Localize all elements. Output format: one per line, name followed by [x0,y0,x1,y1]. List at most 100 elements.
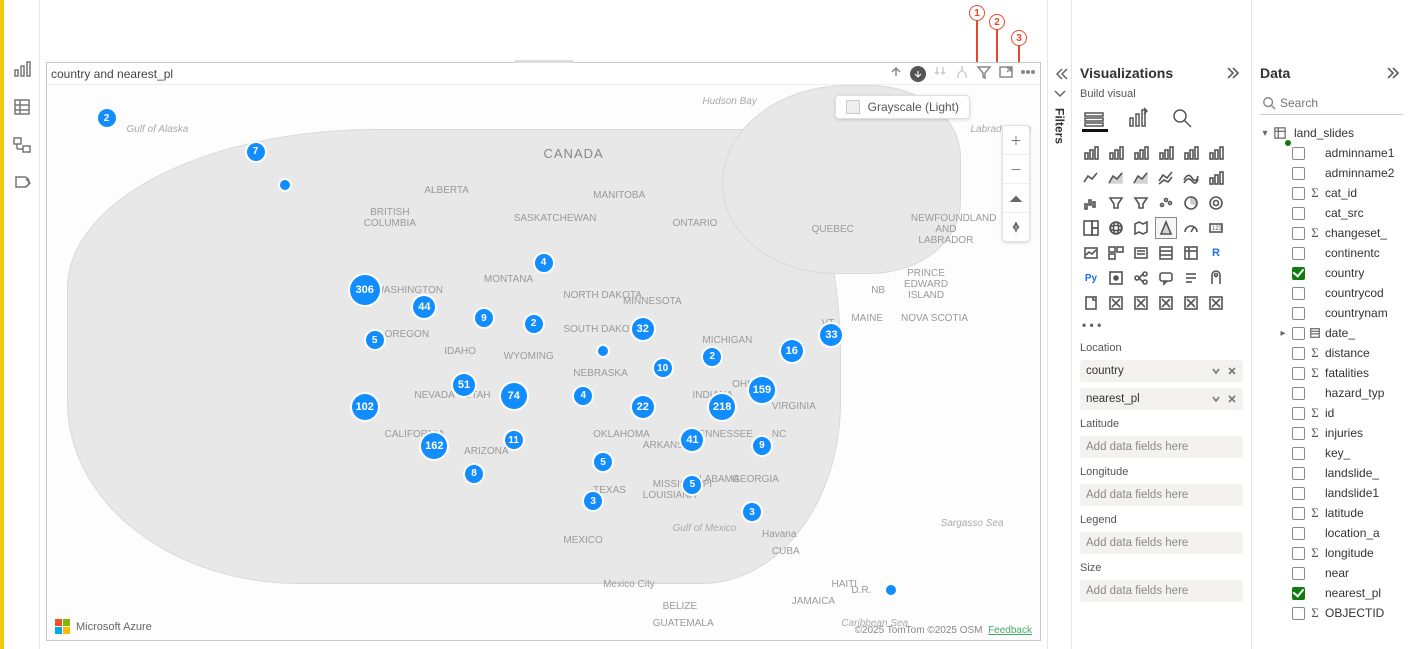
field-item[interactable]: key_ [1256,443,1407,463]
viz-type-rpt1[interactable] [1105,292,1127,314]
field-well-placeholder[interactable]: Add data fields here [1080,532,1243,554]
viz-type-card[interactable]: 123 [1205,217,1227,239]
compass-button[interactable] [1003,212,1029,241]
map-data-bubble[interactable]: 4 [574,387,592,405]
viz-type-keyinf[interactable] [1105,267,1127,289]
map-data-bubble[interactable]: 159 [749,377,775,403]
field-item[interactable]: Σcat_id [1256,183,1407,203]
map-data-bubble[interactable] [886,585,896,595]
map-data-bubble[interactable]: 5 [683,476,701,494]
more-options-icon[interactable] [1020,64,1036,83]
viz-type-waterfall[interactable] [1080,192,1102,214]
map-data-bubble[interactable]: 306 [350,275,380,305]
viz-type-tree[interactable] [1080,217,1102,239]
viz-type-gauge[interactable] [1180,217,1202,239]
viz-type-table[interactable] [1155,242,1177,264]
map-visual-container[interactable]: country and nearest_pl Hudson BayGulf of… [46,62,1041,641]
field-item[interactable]: Σchangeset_ [1256,223,1407,243]
viz-type-pie[interactable] [1180,192,1202,214]
zoom-out-button[interactable]: － [1003,154,1029,183]
expand-filters-icon[interactable] [1052,66,1068,82]
field-item[interactable]: Σinjuries [1256,423,1407,443]
map-data-bubble[interactable]: 22 [632,396,654,418]
map-data-bubble[interactable]: 218 [709,394,735,420]
field-item[interactable]: countrynam [1256,303,1407,323]
field-item[interactable]: country [1256,263,1407,283]
format-visual-tab[interactable] [1126,106,1152,132]
fields-search-input[interactable] [1260,92,1403,115]
viz-type-areash[interactable] [1130,167,1152,189]
viz-type-qna[interactable] [1155,267,1177,289]
viz-type-app2[interactable] [1205,292,1227,314]
field-well-pill[interactable]: nearest_pl [1080,388,1243,410]
drill-up-icon[interactable] [888,64,904,83]
viz-type-funnel2[interactable] [1130,192,1152,214]
field-item[interactable]: adminname2 [1256,163,1407,183]
expand-next-level-icon[interactable] [932,64,948,83]
viz-type-decomp[interactable] [1130,267,1152,289]
field-item[interactable]: continentc [1256,243,1407,263]
feedback-link[interactable]: Feedback [988,625,1032,636]
map-data-bubble[interactable]: 10 [654,359,672,377]
field-well-pill[interactable]: country [1080,360,1243,382]
table-node[interactable]: ▾land_slides [1256,123,1407,143]
map-data-bubble[interactable]: 41 [681,429,703,451]
viz-type-R[interactable]: R [1205,242,1227,264]
viz-type-sbarh[interactable] [1130,142,1152,164]
field-well-placeholder[interactable]: Add data fields here [1080,580,1243,602]
map-data-bubble[interactable]: 5 [594,453,612,471]
field-item[interactable]: ΣOBJECTID [1256,603,1407,623]
field-item[interactable]: near [1256,563,1407,583]
map-data-bubble[interactable]: 33 [820,324,842,346]
map-data-bubble[interactable]: 9 [475,309,493,327]
expand-data-pane-icon[interactable] [1387,65,1403,81]
table-view-icon[interactable] [13,98,31,116]
field-item[interactable]: location_a [1256,523,1407,543]
field-well-placeholder[interactable]: Add data fields here [1080,436,1243,458]
viz-type-pv[interactable] [1155,292,1177,314]
expand-hierarchy-icon[interactable] [954,64,970,83]
zoom-in-button[interactable]: ＋ [1003,126,1029,154]
field-well-placeholder[interactable]: Add data fields here [1080,484,1243,506]
map-data-bubble[interactable]: 4 [535,254,553,272]
viz-type-globe[interactable] [1105,217,1127,239]
viz-type-area[interactable] [1105,167,1127,189]
more-visuals-ellipsis[interactable]: • • • [1072,318,1251,336]
map-data-bubble[interactable]: 74 [501,383,527,409]
viz-type-multi[interactable] [1105,242,1127,264]
viz-type-map[interactable] [1130,217,1152,239]
map-data-bubble[interactable] [280,180,290,190]
map-data-bubble[interactable]: 162 [421,433,447,459]
viz-type-cbar[interactable] [1105,142,1127,164]
field-item[interactable]: landslide1 [1256,483,1407,503]
viz-type-cbar100[interactable] [1205,142,1227,164]
viz-type-matrix[interactable] [1180,242,1202,264]
viz-type-kpi[interactable] [1080,242,1102,264]
map-data-bubble[interactable]: 5 [366,331,384,349]
field-item[interactable]: countrycod [1256,283,1407,303]
viz-type-bars2[interactable] [1205,167,1227,189]
field-item[interactable]: nearest_pl [1256,583,1407,603]
build-visual-tab[interactable] [1082,106,1108,132]
map-data-bubble[interactable] [598,346,608,356]
map-data-bubble[interactable]: 51 [453,374,475,396]
map-data-bubble[interactable]: 3 [743,503,761,521]
viz-type-rpt2[interactable] [1130,292,1152,314]
pitch-button[interactable] [1003,183,1029,212]
viz-type-pag[interactable] [1080,292,1102,314]
dax-view-icon[interactable] [13,174,31,192]
viz-type-line[interactable] [1080,167,1102,189]
report-view-icon[interactable] [13,60,31,78]
viz-type-narr[interactable] [1180,267,1202,289]
drill-down-icon[interactable] [910,66,926,82]
viz-type-donut[interactable] [1205,192,1227,214]
map-data-bubble[interactable]: 32 [632,318,654,340]
map-data-bubble[interactable]: 44 [413,296,435,318]
map-data-bubble[interactable]: 3 [584,492,602,510]
focus-mode-icon[interactable] [998,64,1014,83]
map-data-bubble[interactable]: 9 [753,437,771,455]
viz-type-app1[interactable] [1180,292,1202,314]
map-data-bubble[interactable]: 7 [247,143,265,161]
map-data-bubble[interactable]: 8 [465,465,483,483]
field-item[interactable]: adminname1 [1256,143,1407,163]
